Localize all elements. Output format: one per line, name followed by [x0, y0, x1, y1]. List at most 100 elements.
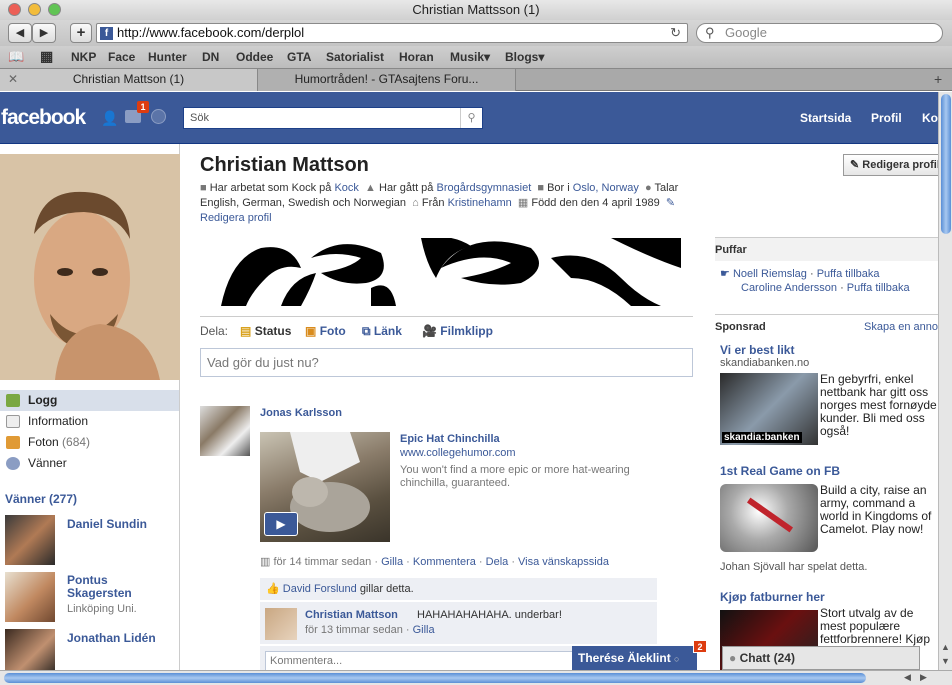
- bookmark-item[interactable]: Horan: [399, 50, 434, 64]
- edit-profile-button[interactable]: ✎ Redigera profil: [843, 154, 952, 176]
- lives-link-country[interactable]: Norway: [602, 182, 639, 194]
- friend-photo[interactable]: [5, 572, 55, 622]
- friend-name[interactable]: Daniel Sundin: [67, 517, 147, 531]
- nav-profile[interactable]: Profil: [871, 111, 902, 125]
- comment-link[interactable]: Kommentera: [413, 556, 476, 568]
- ad-title[interactable]: 1st Real Game on FB: [720, 464, 940, 478]
- work-link[interactable]: Kock: [334, 182, 358, 194]
- friendship-link[interactable]: Visa vänskapssida: [518, 556, 609, 568]
- facebook-logo[interactable]: facebook: [1, 106, 86, 130]
- create-ad-link[interactable]: Skapa en annons: [864, 321, 940, 333]
- scroll-left-arrow-icon[interactable]: ◀: [904, 672, 911, 683]
- poker-name[interactable]: Noell Riemslag: [733, 268, 807, 280]
- left-menu-wall[interactable]: Logg: [0, 390, 179, 411]
- link-tab[interactable]: ⧉ Länk: [362, 324, 402, 339]
- facebook-search-input[interactable]: Sök ⚲: [183, 107, 483, 129]
- reload-icon[interactable]: ↻: [670, 24, 681, 42]
- like-link[interactable]: Gilla: [381, 556, 403, 568]
- reading-list-icon[interactable]: 📖: [8, 49, 24, 65]
- share-link[interactable]: Dela: [486, 556, 509, 568]
- poke-back-link[interactable]: Puffa tillbaka: [847, 282, 910, 294]
- video-thumbnail[interactable]: ▶: [260, 432, 390, 542]
- poke-back-link[interactable]: Puffa tillbaka: [817, 268, 880, 280]
- notifications-globe-icon[interactable]: [151, 109, 166, 124]
- chat-tab[interactable]: Therése Äleklint ○: [572, 646, 697, 670]
- window-title: Christian Mattsson (1): [412, 2, 540, 17]
- top-sites-icon[interactable]: ▦: [40, 48, 53, 65]
- left-menu-photos[interactable]: Foton (684): [0, 432, 179, 453]
- tab-close-icon[interactable]: ✕: [8, 69, 18, 90]
- back-button[interactable]: ◀: [8, 23, 32, 43]
- commenter-name[interactable]: Christian Mattson: [305, 609, 398, 621]
- tab-label: Foto: [319, 324, 346, 338]
- address-bar[interactable]: f http://www.facebook.com/derplol ↻: [96, 23, 688, 43]
- friend-name[interactable]: Pontus Skagersten: [67, 574, 147, 600]
- ad-item[interactable]: 1st Real Game on FB Build a city, raise …: [720, 464, 940, 576]
- photo-tab[interactable]: ▣ Foto: [305, 324, 346, 338]
- tab-inactive[interactable]: Humortråden! - GTAsajtens Foru...: [258, 69, 516, 91]
- friend-item[interactable]: Pontus Skagersten Linköping Uni.: [5, 572, 177, 624]
- horizontal-scrollbar[interactable]: ◀ ▶: [0, 670, 952, 685]
- forward-button[interactable]: ▶: [32, 23, 56, 43]
- close-window-button[interactable]: [8, 3, 21, 16]
- video-tab[interactable]: 🎥 Filmklipp: [422, 324, 493, 338]
- profile-picture[interactable]: [0, 154, 180, 380]
- commenter-photo[interactable]: [265, 608, 297, 640]
- bookmark-item[interactable]: Blogs▾: [505, 50, 544, 64]
- bookmark-item[interactable]: GTA: [287, 50, 311, 64]
- photo-strip[interactable]: [221, 238, 681, 306]
- nav-home[interactable]: Startsida: [800, 111, 851, 125]
- ad-image[interactable]: [720, 484, 818, 552]
- scroll-right-arrow-icon[interactable]: ▶: [920, 672, 927, 683]
- ad-title[interactable]: Vi er best likt: [720, 343, 940, 357]
- add-bookmark-button[interactable]: +: [70, 23, 92, 43]
- horizontal-scroll-thumb[interactable]: [4, 673, 866, 683]
- link-title[interactable]: Epic Hat Chinchilla: [400, 433, 500, 445]
- friend-requests-icon[interactable]: 👤: [101, 110, 118, 126]
- scroll-up-arrow-icon[interactable]: ▲: [941, 642, 950, 652]
- search-icon[interactable]: ⚲: [460, 108, 482, 128]
- vertical-scrollbar[interactable]: ▲ ▼: [938, 92, 952, 670]
- status-input[interactable]: Vad gör du just nu?: [200, 348, 693, 377]
- post-author[interactable]: Jonas Karlsson: [260, 407, 342, 419]
- poker-name[interactable]: Caroline Andersson: [741, 282, 837, 294]
- ad-title[interactable]: Kjøp fatburner her: [720, 590, 940, 604]
- ad-item[interactable]: Vi er best likt skandiabanken.no skandia…: [720, 343, 940, 451]
- browser-search-input[interactable]: ⚲ Google: [696, 23, 943, 43]
- link-icon: ⧉: [362, 324, 371, 338]
- status-tab[interactable]: ▤ Status: [240, 324, 291, 338]
- friend-name[interactable]: Jonathan Lidén: [67, 631, 156, 645]
- liker-name[interactable]: David Forslund: [283, 583, 357, 595]
- link-url[interactable]: www.collegehumor.com: [400, 447, 516, 459]
- nav-account[interactable]: Konto: [922, 111, 938, 125]
- bookmark-item[interactable]: Satorialist: [326, 50, 384, 64]
- school-link[interactable]: Brogårdsgymnasiet: [436, 182, 531, 194]
- new-tab-icon[interactable]: +: [934, 71, 942, 87]
- scroll-down-arrow-icon[interactable]: ▼: [941, 656, 950, 666]
- bookmark-item[interactable]: Hunter: [148, 50, 187, 64]
- tab-active[interactable]: ✕ Christian Mattson (1): [0, 69, 258, 91]
- ad-image[interactable]: skandia:banken: [720, 373, 818, 445]
- lives-text: Bor i: [547, 182, 570, 194]
- lives-link[interactable]: Oslo,: [573, 182, 599, 194]
- comment-like-link[interactable]: Gilla: [413, 624, 435, 636]
- bookmark-item[interactable]: NKP: [71, 50, 96, 64]
- friend-photo[interactable]: [5, 515, 55, 565]
- left-menu-info[interactable]: Information: [0, 411, 179, 432]
- play-button[interactable]: ▶: [264, 512, 298, 536]
- vertical-scroll-thumb[interactable]: [941, 94, 951, 234]
- friend-item[interactable]: Daniel Sundin: [5, 515, 177, 567]
- post-author-photo[interactable]: [200, 406, 250, 456]
- friends-header[interactable]: Vänner (277): [5, 492, 77, 506]
- bookmark-item[interactable]: Face: [108, 50, 135, 64]
- edit-profile-link[interactable]: Redigera profil: [200, 212, 272, 224]
- pencil-icon: ✎: [850, 159, 860, 171]
- hometown-link[interactable]: Kristinehamn: [448, 197, 512, 209]
- bookmark-item[interactable]: DN: [202, 50, 219, 64]
- bookmark-item[interactable]: Oddee: [236, 50, 273, 64]
- minimize-window-button[interactable]: [28, 3, 41, 16]
- zoom-window-button[interactable]: [48, 3, 61, 16]
- bookmark-item[interactable]: Musik▾: [450, 50, 490, 64]
- chat-toggle[interactable]: ● Chatt (24): [722, 646, 920, 670]
- left-menu-friends[interactable]: Vänner: [0, 453, 179, 474]
